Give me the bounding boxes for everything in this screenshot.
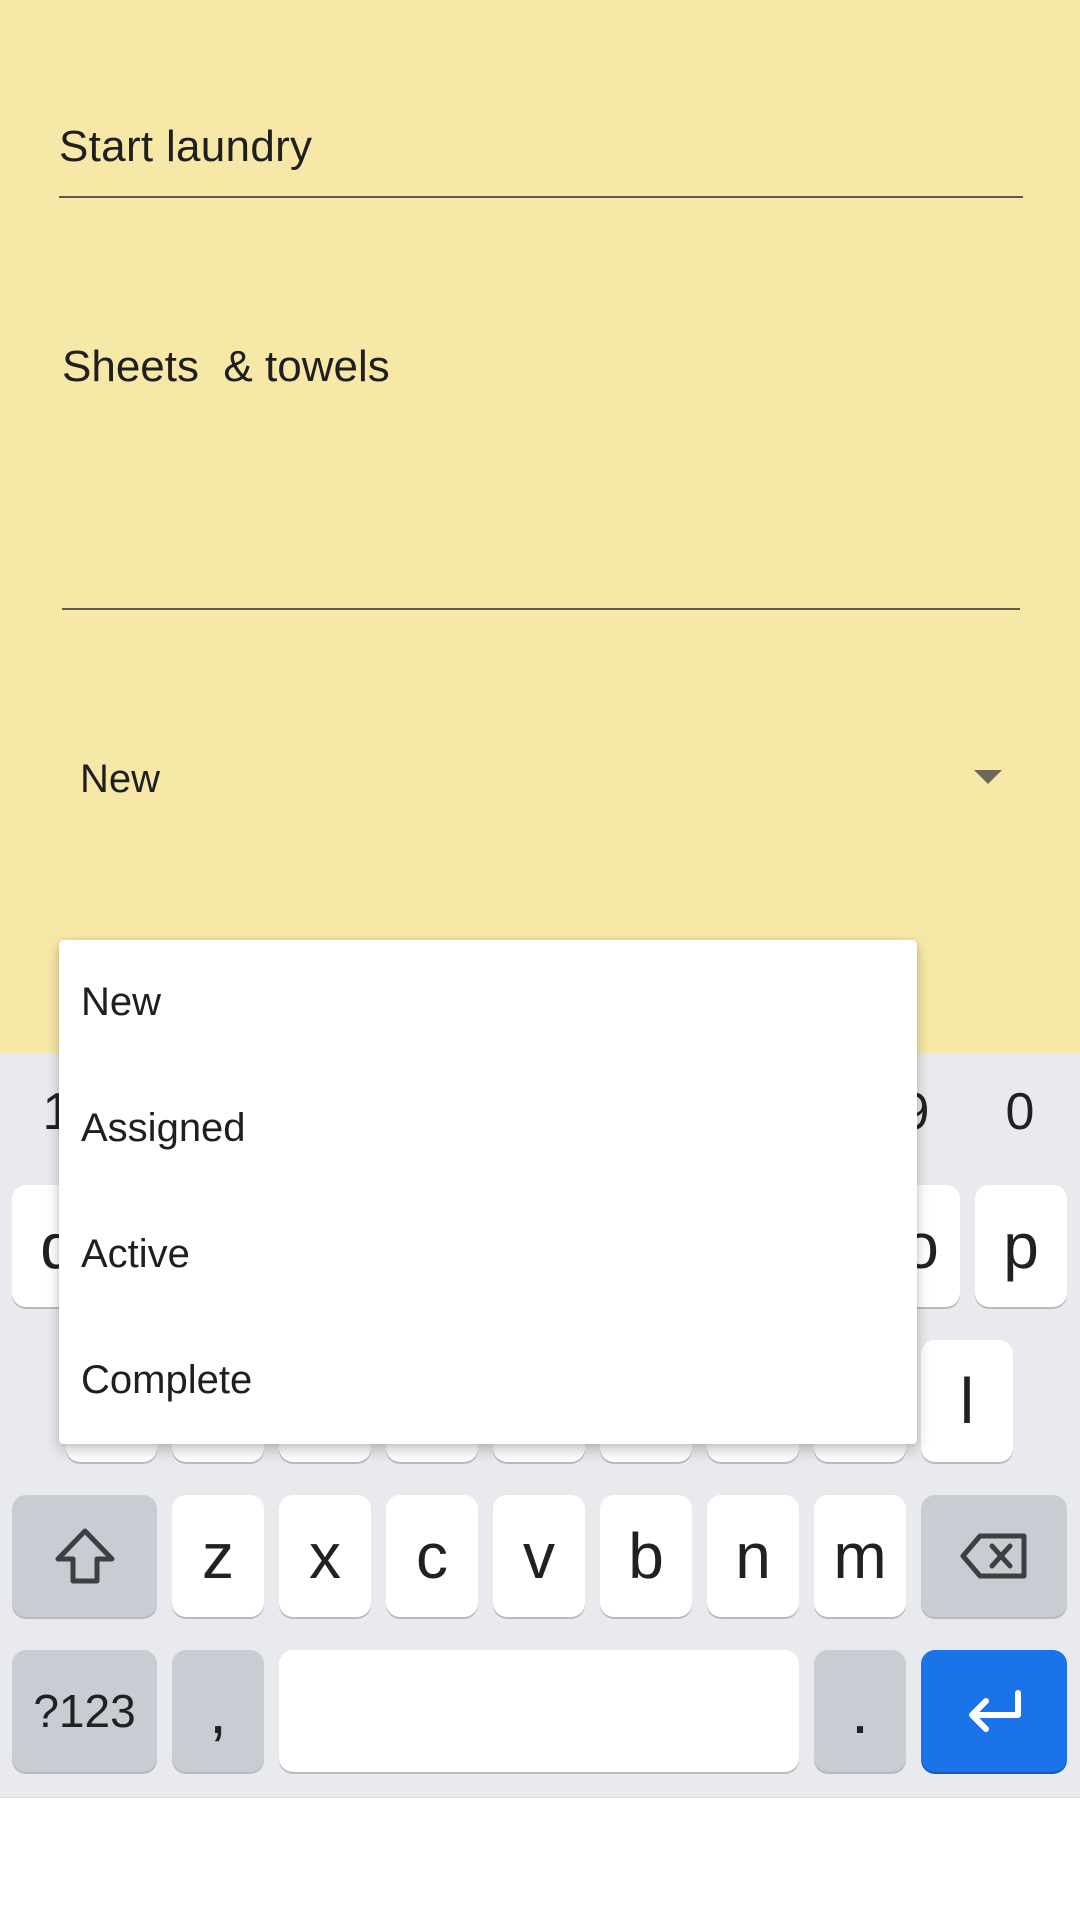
period-key[interactable]: . (814, 1650, 906, 1772)
enter-icon (969, 1690, 1021, 1732)
status-menu: New Assigned Active Complete (59, 940, 917, 1444)
title-field-value: Start laundry (59, 122, 313, 171)
dropdown-arrow-icon (974, 770, 1002, 784)
navigation-area (0, 1797, 1080, 1921)
key-c[interactable]: c (386, 1495, 478, 1617)
status-option-assigned[interactable]: Assigned (59, 1066, 917, 1192)
key-l[interactable]: l (921, 1340, 1013, 1462)
comma-key[interactable]: , (172, 1650, 264, 1772)
form-area: Start laundry Sheets & towels New (0, 0, 1080, 1053)
status-option-active[interactable]: Active (59, 1192, 917, 1318)
status-dropdown[interactable]: New (62, 730, 1022, 830)
key-p[interactable]: p (975, 1185, 1067, 1307)
space-key[interactable] (279, 1650, 799, 1772)
status-option-complete[interactable]: Complete (59, 1318, 917, 1444)
description-field[interactable]: Sheets & towels (62, 330, 1020, 610)
status-dropdown-value: New (80, 757, 161, 801)
title-field[interactable]: Start laundry (59, 118, 1023, 198)
shift-icon (55, 1528, 114, 1584)
shift-key[interactable] (12, 1495, 157, 1617)
symbols-key[interactable]: ?123 (12, 1650, 157, 1772)
enter-key[interactable] (921, 1650, 1067, 1772)
backspace-icon (960, 1533, 1027, 1579)
key-x[interactable]: x (279, 1495, 371, 1617)
status-option-new[interactable]: New (59, 940, 917, 1066)
description-field-value: Sheets & towels (62, 342, 390, 391)
key-b[interactable]: b (600, 1495, 692, 1617)
key-v[interactable]: v (493, 1495, 585, 1617)
key-m[interactable]: m (814, 1495, 906, 1617)
key-0[interactable]: 0 (975, 1082, 1065, 1142)
key-z[interactable]: z (172, 1495, 264, 1617)
key-n[interactable]: n (707, 1495, 799, 1617)
backspace-key[interactable] (921, 1495, 1067, 1617)
